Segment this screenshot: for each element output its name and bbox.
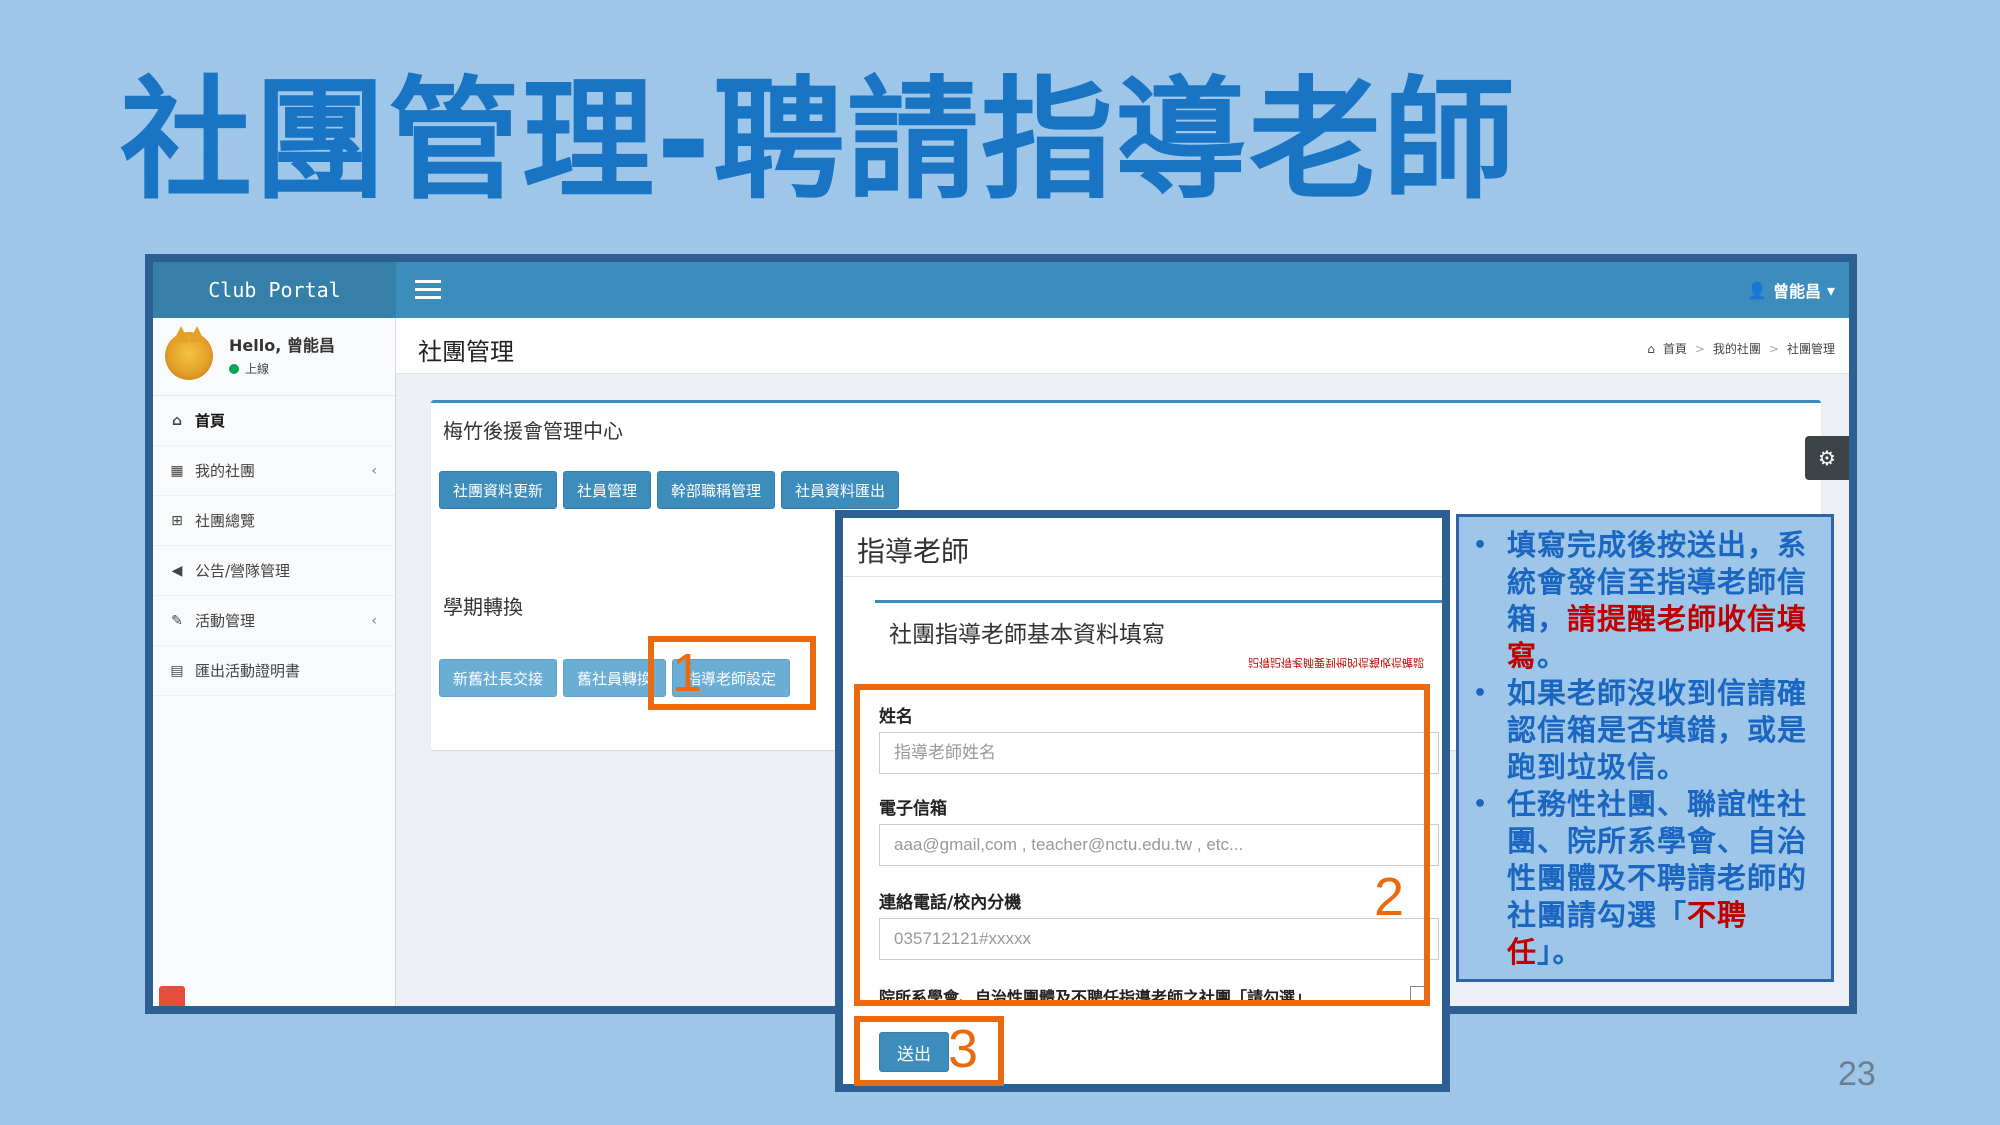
update-club-info-button[interactable]: 社團資料更新 [439,471,558,509]
sidebar-item-home[interactable]: ⌂ 首頁 [153,396,395,446]
hello-text: Hello, 曾能昌 [229,336,335,355]
sidebar: Hello, 曾能昌 上線 ⌂ 首頁 ▦ 我的社團 ‹ ⊞ 社團總覽 ◀ 公告/… [153,318,396,1006]
page-title: 社團管理 [418,338,514,366]
sidebar-item-label: 活動管理 [195,612,256,630]
breadcrumb-separator: > [1694,341,1705,356]
management-button-row: 社團資料更新 社員管理 幹部職稱管理 社員資料匯出 [439,471,900,509]
online-dot-icon [229,363,239,374]
callout-number-3: 3 [948,1019,979,1079]
grid-icon: ▦ [170,462,184,479]
president-handover-button[interactable]: 新舊社長交接 [439,659,558,697]
home-icon: ⌂ [171,412,183,429]
app-badge-icon[interactable] [159,986,185,1006]
bullet-icon: • [1473,792,1489,817]
user-panel: Hello, 曾能昌 上線 [153,318,395,396]
sidebar-item-activities[interactable]: ✎ 活動管理 ‹ [153,596,395,646]
member-management-button[interactable]: 社員管理 [563,471,652,509]
caret-down-icon: ▾ [1826,280,1835,300]
breadcrumb-separator: > [1768,341,1779,356]
breadcrumb: ⌂ 首頁 > 我的社團 > 社團管理 [1647,340,1835,357]
app-logo[interactable]: Club Portal [153,262,396,318]
instruction-text: 如果老師沒收到信請確認信箱是否填錯，或是跑到垃圾信。 [1507,676,1808,784]
callout-number-1: 1 [672,643,703,703]
sidebar-item-label: 社團總覽 [195,512,256,530]
table-icon: ⊞ [171,512,183,529]
sidebar-item-my-clubs[interactable]: ▦ 我的社團 ‹ [153,446,395,496]
top-navbar: Club Portal 👤 曾能昌 ▾ [153,262,1849,318]
sidebar-item-announcements[interactable]: ◀ 公告/營隊管理 [153,546,395,596]
instruction-text: 任務性社團、聯誼性社團、院所系學會、自治性團體及不聘請老師的社團請勾選「不聘任」… [1507,786,1819,971]
menu-toggle-icon[interactable] [415,280,441,300]
bullet-icon: • [1473,533,1489,558]
sidebar-item-label: 公告/營隊管理 [195,562,291,580]
instruction-text-part: 。 [1537,639,1568,673]
form-note: 記得記得老師要到他的信箱收信確認 [1248,656,1424,669]
breadcrumb-home[interactable]: 首頁 [1663,340,1687,357]
online-status: 上線 [229,360,269,377]
sidebar-item-export-certificate[interactable]: ▤ 匯出活動證明書 [153,646,395,696]
modal-divider [843,576,1442,577]
edit-icon: ✎ [171,612,183,629]
bullhorn-icon: ◀ [171,562,183,579]
chevron-left-icon: ‹ [371,612,377,629]
breadcrumb-club-management: 社團管理 [1786,342,1835,356]
slide-title: 社團管理-聘請指導老師 [120,64,1517,218]
breadcrumb-my-clubs[interactable]: 我的社團 [1713,340,1761,357]
officer-title-management-button[interactable]: 幹部職稱管理 [657,471,776,509]
avatar [165,326,213,380]
callout-number-2: 2 [1374,867,1405,927]
sidebar-item-club-overview[interactable]: ⊞ 社團總覽 [153,496,395,546]
instruction-text-part: 任務性社團、聯誼性社團、院所系學會、自治性團體及不聘請老師的社團請勾選「 [1507,787,1808,932]
document-icon: ▤ [170,662,184,679]
home-icon: ⌂ [1647,341,1655,356]
instruction-item: • 如果老師沒收到信請確認信箱是否填錯，或是跑到垃圾信。 [1473,675,1819,786]
sidebar-item-label: 首頁 [195,412,226,430]
bullet-icon: • [1473,681,1489,706]
form-title: 社團指導老師基本資料填寫 [889,622,1165,648]
callout-box-3 [854,1016,1004,1086]
sidebar-item-label: 我的社團 [195,462,256,480]
instruction-text: 填寫完成後按送出，系統會發信至指導老師信箱，請提醒老師收信填寫。 [1507,527,1819,675]
box-title: 梅竹後援會管理中心 [443,419,623,443]
online-status-label: 上線 [245,362,270,376]
modal-title: 指導老師 [857,535,970,568]
sidebar-item-label: 匯出活動證明書 [195,662,301,680]
instruction-list: • 填寫完成後按送出，系統會發信至指導老師信箱，請提醒老師收信填寫。 • 如果老… [1473,527,1819,971]
page-number: 23 [1838,1055,1876,1093]
export-member-data-button[interactable]: 社員資料匯出 [781,471,900,509]
instruction-item: • 任務性社團、聯誼性社團、院所系學會、自治性團體及不聘請老師的社團請勾選「不聘… [1473,786,1819,971]
user-menu-name: 曾能昌 [1772,282,1821,301]
instruction-text-part: 」。 [1537,935,1583,969]
instruction-item: • 填寫完成後按送出，系統會發信至指導老師信箱，請提醒老師收信填寫。 [1473,527,1819,675]
instruction-note-box: • 填寫完成後按送出，系統會發信至指導老師信箱，請提醒老師收信填寫。 • 如果老… [1456,514,1834,982]
gear-icon[interactable]: ⚙ [1805,436,1849,480]
user-menu[interactable]: 👤 曾能昌 ▾ [1747,278,1835,302]
semester-transition-title: 學期轉換 [443,595,523,619]
callout-box-2 [854,684,1430,1006]
user-icon: 👤 [1747,280,1767,300]
chevron-left-icon: ‹ [371,462,377,479]
content-header: 社團管理 ⌂ 首頁 > 我的社團 > 社團管理 [396,318,1849,374]
